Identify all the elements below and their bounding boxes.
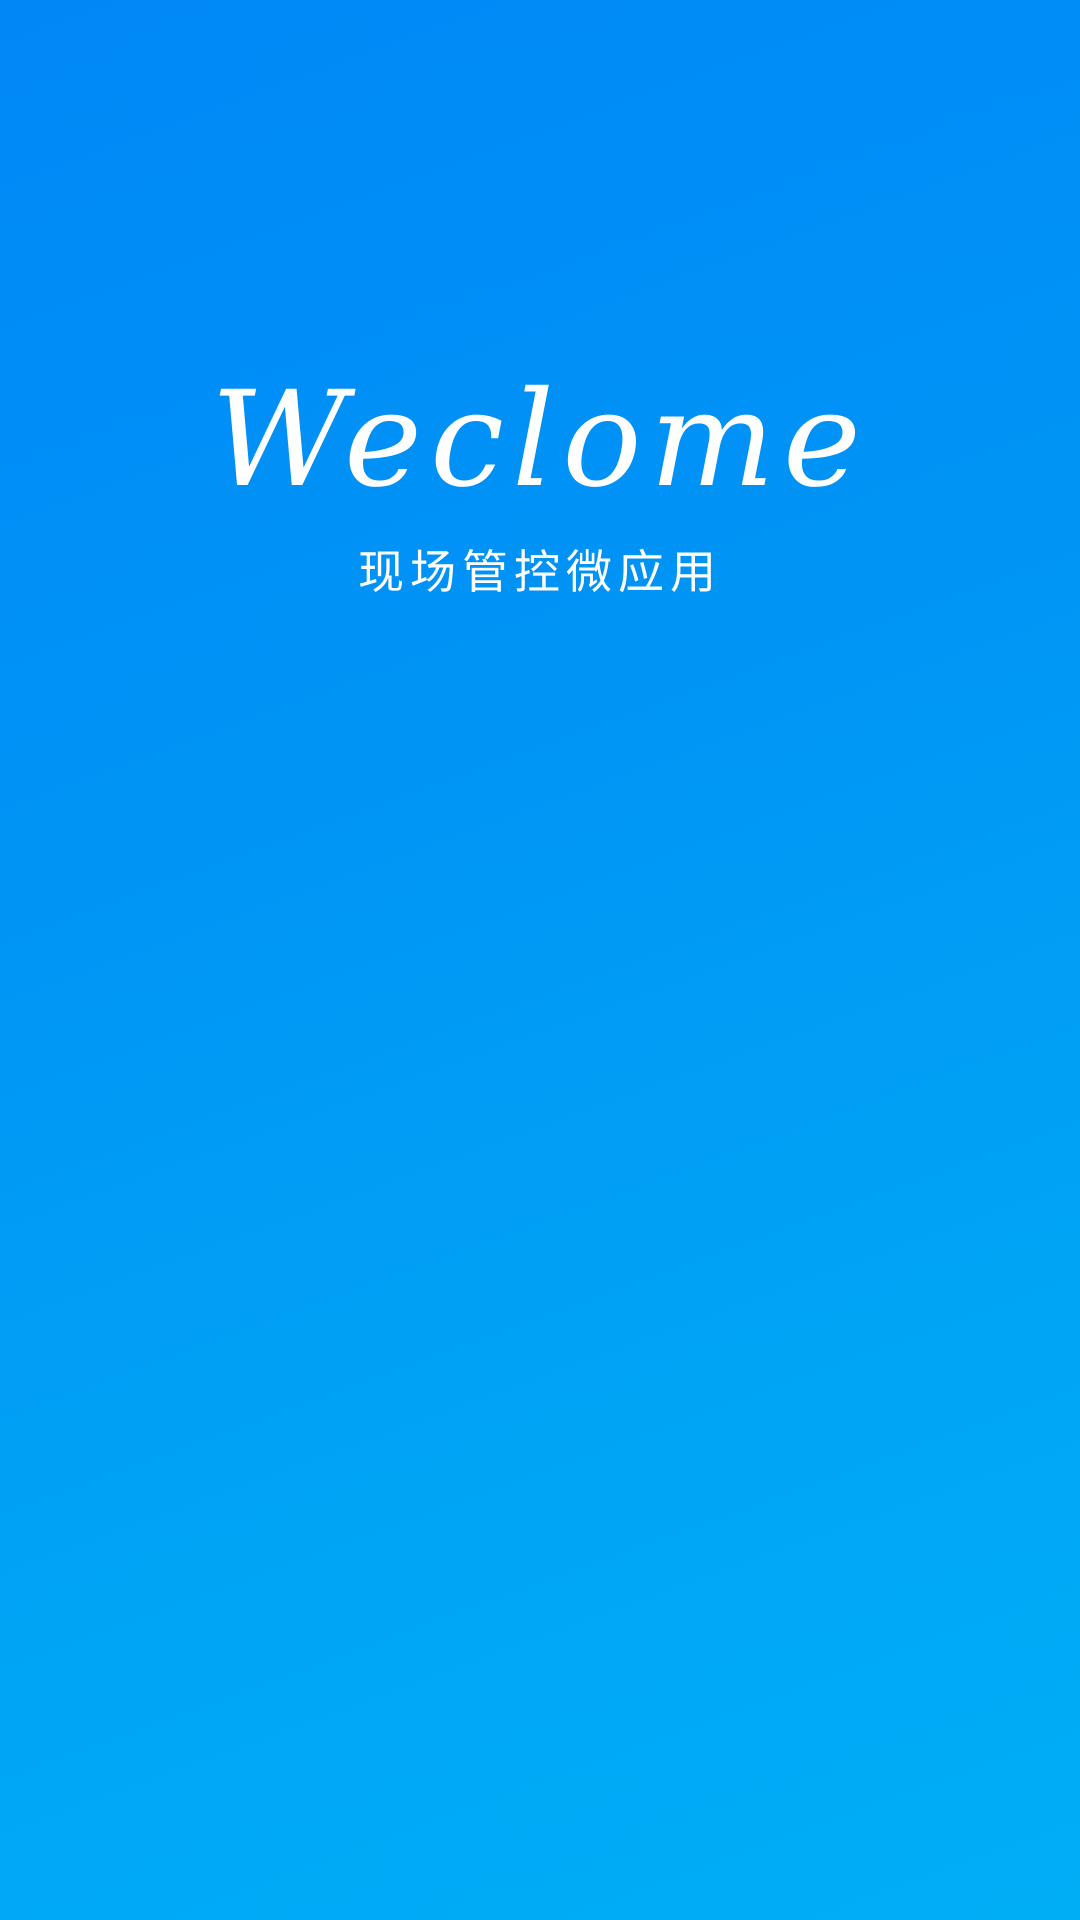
app-subtitle: 现场管控微应用: [358, 545, 722, 599]
welcome-title: Weclome: [211, 363, 869, 517]
splash-screen: Weclome 现场管控微应用: [0, 0, 1080, 1920]
